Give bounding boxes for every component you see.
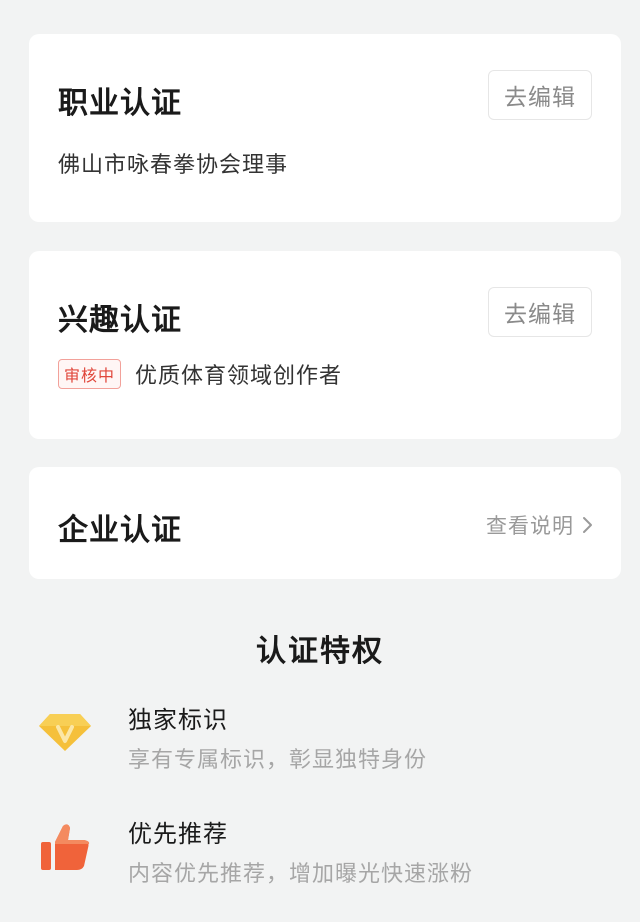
career-edit-button[interactable]: 去编辑 [488,70,592,120]
interest-certification-title: 兴趣认证 [58,303,182,338]
career-certification-title: 职业认证 [58,86,182,121]
career-description: 佛山市咏春拳协会理事 [58,153,289,178]
thumbs-up-icon [41,824,90,870]
privilege-subtitle: 内容优先推荐，增加曝光快速涨粉 [128,862,474,887]
career-certification-card: 职业认证 去编辑 佛山市咏春拳协会理事 [29,34,621,222]
interest-edit-button[interactable]: 去编辑 [488,287,592,337]
interest-status-row: 审核中 优质体育领域创作者 [58,358,342,390]
privilege-title: 优先推荐 [128,820,228,848]
enterprise-certification-card[interactable]: 企业认证 查看说明 [29,467,621,579]
chevron-right-icon [583,517,592,533]
privilege-title: 独家标识 [128,706,228,734]
enterprise-certification-title: 企业认证 [58,513,182,548]
interest-description: 优质体育领域创作者 [135,364,343,389]
status-badge: 审核中 [58,359,122,389]
privilege-subtitle: 享有专属标识，彰显独特身份 [128,748,428,773]
diamond-v-icon [39,714,91,751]
interest-certification-card: 兴趣认证 去编辑 审核中 优质体育领域创作者 [29,251,621,439]
view-explanation-label: 查看说明 [486,514,574,538]
privileges-title: 认证特权 [256,634,384,669]
view-explanation-link[interactable]: 查看说明 [486,510,593,540]
